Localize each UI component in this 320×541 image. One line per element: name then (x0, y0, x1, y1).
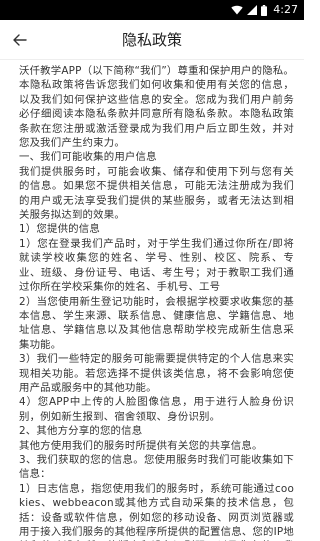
subsection-heading: 3、我们获取的您的信息。您使用服务时我们可能收集如下信息： (19, 453, 294, 481)
signal-icon (247, 5, 258, 15)
policy-paragraph: 其他方使用我们的服务时所提供有关您的共享信息。 (19, 439, 263, 452)
status-bar: 4:27 (0, 0, 304, 20)
intro-paragraph: 沃仟教学APP（以下简称“我们”）尊重和保护用户的隐私。本隐私政策将告诉您我们如… (19, 65, 294, 150)
page-title: 隐私政策 (121, 31, 182, 49)
policy-paragraph: 我们提供服务时，可能会收集、储存和使用下列与您有关的信息。如果您不提供相关信息，… (19, 165, 294, 222)
back-button[interactable] (8, 28, 32, 52)
subsection-heading: 1）您提供的信息 (19, 223, 100, 236)
battery-icon (261, 4, 268, 16)
subsection-heading: 2、其他方分享的您的信息 (19, 425, 143, 438)
top-navbar: 隐私政策 (0, 20, 304, 60)
arrow-left-icon (13, 31, 27, 50)
privacy-policy-content[interactable]: 沃仟教学APP（以下简称“我们”）尊重和保护用户的隐私。本隐私政策将告诉您我们如… (0, 61, 304, 541)
policy-paragraph: 2）当您使用新生登记功能时，会根据学校要求收集您的基本信息、学生来源、联系信息、… (19, 295, 294, 351)
policy-paragraph: 1）日志信息，指您使用我们的服务时，系统可能通过cookies、webbeaco… (19, 482, 294, 541)
policy-paragraph: 3）我们一些特定的服务可能需要提供特定的个人信息来实现相关功能。若您选择不提供该… (19, 353, 294, 394)
policy-paragraph: 1）您在登录我们产品时，对于学生我们通过你所在/即将就读学校收集您的姓名、学号、… (19, 237, 294, 294)
status-time: 4:27 (273, 3, 298, 16)
status-icons: 4:27 (231, 2, 298, 18)
policy-paragraph: 4）您APP中上传的人脸图像信息，用于进行人脸身份识别，例如新生报到、宿舍领取、… (19, 396, 294, 423)
section-heading: 一、我们可能收集的用户信息 (19, 151, 157, 164)
wifi-icon (231, 5, 243, 15)
